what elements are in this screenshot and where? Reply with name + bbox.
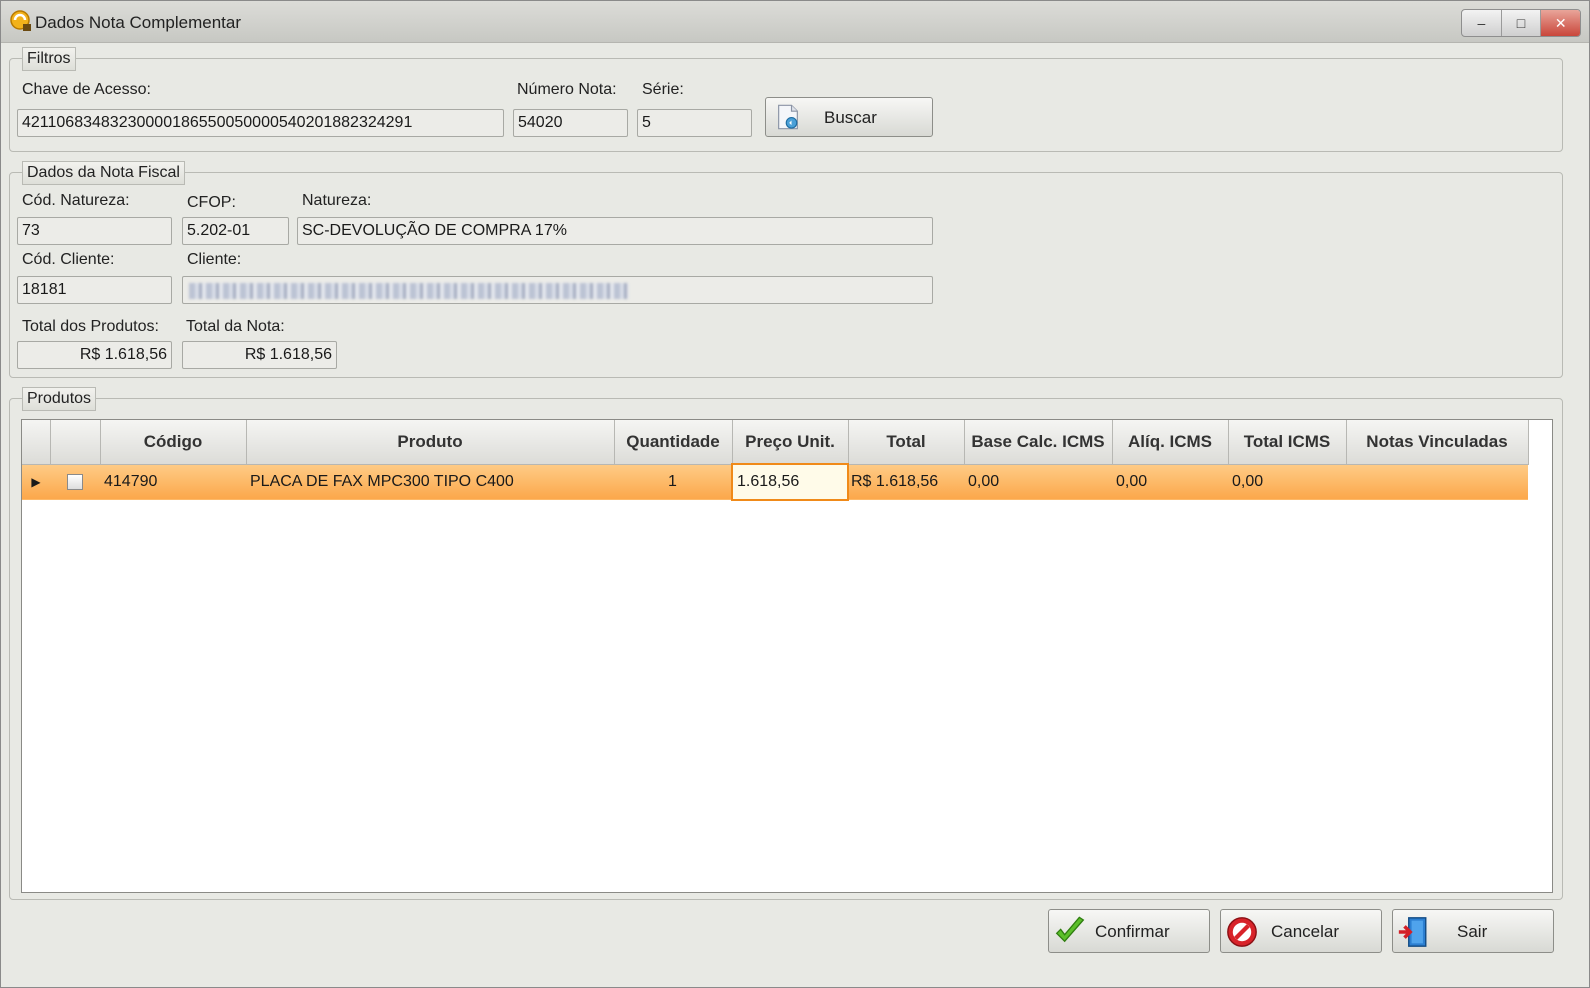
maximize-button[interactable]: □ — [1502, 10, 1542, 36]
cell-total[interactable]: R$ 1.618,56 — [848, 464, 964, 500]
cfop-input[interactable]: 5.202-01 — [182, 217, 289, 245]
row-checkbox[interactable] — [67, 474, 83, 491]
title-bar[interactable]: Dados Nota Complementar – □ ✕ — [1, 1, 1589, 43]
cell-notas-vinculadas[interactable] — [1346, 464, 1528, 500]
header-aliq-icms[interactable]: Alíq. ICMS — [1112, 420, 1229, 465]
produtos-table: Código Produto Quantidade Preço Unit. To… — [22, 420, 1529, 501]
header-row-selector — [22, 420, 51, 465]
cell-quantidade[interactable]: 1 — [614, 464, 732, 500]
table-header-row: Código Produto Quantidade Preço Unit. To… — [22, 420, 1529, 465]
header-notas-vinculadas[interactable]: Notas Vinculadas — [1346, 420, 1529, 465]
cancelar-button[interactable]: Cancelar — [1220, 909, 1382, 953]
cancelar-label: Cancelar — [1271, 922, 1340, 941]
window-title: Dados Nota Complementar — [35, 13, 241, 32]
cell-base-calc-icms[interactable]: 0,00 — [964, 464, 1112, 500]
numero-nota-input[interactable]: 54020 — [513, 109, 628, 137]
search-document-icon — [778, 104, 798, 130]
cell-aliq-icms[interactable]: 0,00 — [1112, 464, 1228, 500]
cod-natureza-label: Cód. Natureza: — [22, 192, 130, 209]
natureza-label: Natureza: — [302, 192, 372, 209]
header-total[interactable]: Total — [848, 420, 965, 465]
filtros-legend: Filtros — [22, 47, 76, 71]
close-button[interactable]: ✕ — [1541, 10, 1581, 36]
header-preco-unit[interactable]: Preço Unit. — [732, 420, 849, 465]
row-checkbox-cell[interactable] — [50, 464, 100, 500]
total-produtos-label: Total dos Produtos: — [22, 318, 159, 335]
app-logo-icon — [10, 10, 31, 31]
produtos-grid[interactable]: Código Produto Quantidade Preço Unit. To… — [21, 419, 1553, 893]
dados-nota-fiscal-group: Dados da Nota Fiscal Cód. Natureza: 73 C… — [9, 161, 1563, 378]
cell-total-icms[interactable]: 0,00 — [1228, 464, 1346, 500]
header-quantidade[interactable]: Quantidade — [614, 420, 733, 465]
buscar-button[interactable]: Buscar — [765, 97, 933, 137]
filtros-group: Filtros Chave de Acesso: 421106834832300… — [9, 47, 1563, 152]
header-codigo[interactable]: Código — [100, 420, 247, 465]
confirmar-label: Confirmar — [1095, 922, 1170, 941]
cliente-input[interactable] — [182, 276, 933, 304]
cod-cliente-input[interactable]: 18181 — [17, 276, 172, 304]
window-controls: – □ ✕ — [1461, 9, 1581, 37]
exit-door-icon — [1398, 917, 1427, 947]
total-nota-input[interactable]: R$ 1.618,56 — [182, 341, 337, 369]
header-base-calc-icms[interactable]: Base Calc. ICMS — [964, 420, 1113, 465]
total-nota-label: Total da Nota: — [186, 318, 285, 335]
cliente-redacted — [189, 283, 629, 299]
dados-nota-complementar-window: Dados Nota Complementar – □ ✕ Filtros Ch… — [0, 0, 1590, 988]
buscar-label: Buscar — [824, 108, 877, 127]
cell-produto[interactable]: PLACA DE FAX MPC300 TIPO C400 — [246, 464, 614, 500]
dados-nota-fiscal-legend: Dados da Nota Fiscal — [22, 161, 185, 185]
natureza-input[interactable]: SC-DEVOLUÇÃO DE COMPRA 17% — [297, 217, 933, 245]
cliente-label: Cliente: — [187, 251, 242, 268]
serie-label: Série: — [642, 81, 684, 98]
total-produtos-input[interactable]: R$ 1.618,56 — [17, 341, 172, 369]
confirmar-button[interactable]: Confirmar — [1048, 909, 1210, 953]
header-total-icms[interactable]: Total ICMS — [1228, 420, 1347, 465]
numero-nota-label: Número Nota: — [517, 81, 617, 98]
header-produto[interactable]: Produto — [246, 420, 615, 465]
produtos-legend: Produtos — [22, 387, 97, 411]
cell-codigo[interactable]: 414790 — [100, 464, 246, 500]
chave-acesso-label: Chave de Acesso: — [22, 81, 151, 98]
chave-acesso-input[interactable]: 4211068348323000018655005000054020188232… — [17, 109, 504, 137]
cfop-label: CFOP: — [187, 194, 236, 211]
cod-natureza-input[interactable]: 73 — [17, 217, 172, 245]
cell-preco-unit[interactable]: 1.618,56 — [731, 463, 849, 501]
cod-cliente-label: Cód. Cliente: — [22, 251, 115, 268]
checkmark-icon — [1055, 916, 1085, 943]
serie-input[interactable]: 5 — [637, 109, 752, 137]
table-row[interactable]: ▶ 414790 PLACA DE FAX MPC300 TIPO C400 1… — [22, 463, 1528, 501]
row-pointer-icon: ▶ — [22, 464, 50, 500]
minimize-button[interactable]: – — [1462, 10, 1502, 36]
prohibited-icon — [1227, 917, 1257, 947]
sair-button[interactable]: Sair — [1392, 909, 1554, 953]
header-checkbox[interactable] — [50, 420, 101, 465]
sair-label: Sair — [1457, 922, 1488, 941]
